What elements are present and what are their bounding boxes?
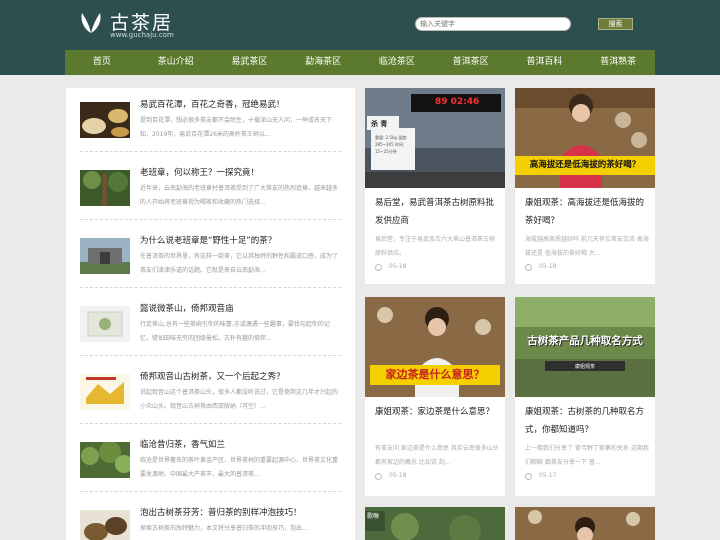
card-image[interactable]: 家边茶是什么意思？ xyxy=(365,297,505,397)
article-title[interactable]: 懿说微茶山，倚邦观音庙 xyxy=(140,302,340,314)
clock-icon xyxy=(375,264,382,271)
site-header: 古茶居 www.guchaju.com 搜索 xyxy=(0,0,720,50)
article-summary: 说起观音山这个普洱茶山头，很多人都没听说过，它是倚邦这几年才兴起的小众山头。观音… xyxy=(140,389,339,410)
article-card[interactable] xyxy=(515,507,655,540)
sign-label: 杀 青 xyxy=(371,120,388,128)
card-title[interactable]: 康姐观茶：古树茶的几种取名方式，你都知道吗？ xyxy=(525,403,649,439)
board-text: 重量: 2.5kg 温度: 285~305 时间: 15~25分钟 xyxy=(375,135,408,154)
article-title[interactable]: 老班章，何以称王？一探究竟！ xyxy=(140,166,340,178)
nav-item-tea-mountains[interactable]: 茶山介绍 xyxy=(139,50,213,75)
card-image[interactable]: 89 02:46 杀 青 重量: 2.5kg 温度: 285~305 时间: 1… xyxy=(365,88,505,188)
article-title[interactable]: 为什么说老班章是“野性十足”的茶？ xyxy=(140,234,340,246)
article-card[interactable]: 古树茶产品几种取名方式 康姐观茶 康姐观茶：古树茶的几种取名方式，你都知道吗？ … xyxy=(515,297,655,496)
nav-bar: 首页 茶山介绍 易武茶区 勐海茶区 临沧茶区 普洱茶区 普洱百科 普洱熟茶 xyxy=(65,50,655,75)
list-item[interactable]: 临沧昔归茶，香气如兰 临沧是世界著名的茶叶黄金产区、世界茶树的重要起源中心、世界… xyxy=(80,428,341,492)
tea-leaf-logo-icon[interactable] xyxy=(78,11,104,35)
search-button[interactable]: 搜索 xyxy=(598,18,633,30)
article-list: 易武百花潭，百花之奇香，冠绝易武！ 提到百花潭，想必很多茶友都不会陌生，十载深山… xyxy=(66,88,355,540)
article-title[interactable]: 泡出古树茶芬芳：普归茶的别样冲泡技巧！ xyxy=(140,506,340,518)
article-summary: 探索古树茶的独特魅力，本文将分享普归茶的冲泡技巧，泡出... xyxy=(140,525,308,532)
article-thumbnail[interactable] xyxy=(80,510,130,540)
logo-url: www.guchaju.com xyxy=(110,31,174,39)
article-thumbnail[interactable] xyxy=(80,374,130,410)
article-title[interactable]: 临沧昔归茶，香气如兰 xyxy=(140,438,340,450)
article-summary: 临沧是世界著名的茶叶黄金产区、世界茶树的重要起源中心、世界茶文化重要发源地、中国… xyxy=(140,457,339,478)
list-item[interactable]: 老班章，何以称王？一探究竟！ 近年来，云南勐海的老班章村普洱茶受到了广大茶友的热… xyxy=(80,156,341,220)
article-thumbnail[interactable] xyxy=(80,170,130,206)
article-card[interactable]: 家边茶是什么意思？ 康姐观茶：家边茶是什么意思？ 有茶友问 家边茶是什么意思 其… xyxy=(365,297,505,496)
card-image[interactable]: 歌喉 xyxy=(365,507,505,540)
list-item[interactable]: 懿说微茶山，倚邦观音庙 行走茶山,总有一些茶碗引你的味蕾,亦或偶遇一些趣事，要我… xyxy=(80,292,341,356)
counter-display: 89 02:46 xyxy=(435,97,480,107)
article-card[interactable]: 89 02:46 杀 青 重量: 2.5kg 温度: 285~305 时间: 1… xyxy=(365,88,505,284)
card-date: 05-18 xyxy=(389,263,407,270)
nav-item-puer-region[interactable]: 普洱茶区 xyxy=(434,50,508,75)
nav-item-ripe-puer[interactable]: 普洱熟茶 xyxy=(581,50,655,75)
card-date: 05-18 xyxy=(539,263,557,270)
list-item[interactable]: 为什么说老班章是“野性十足”的茶？ 在普洱茶的世界里，有这样一款茶，它以其独特的… xyxy=(80,224,341,288)
card-image[interactable]: 高海拔还是低海拔的茶好喝？ xyxy=(515,88,655,188)
card-summary: 有茶友问 家边茶是什么意思 其实云南很多山头 都有家边的概念 比如说 刮... xyxy=(375,445,499,466)
article-thumbnail[interactable] xyxy=(80,442,130,478)
list-item[interactable]: 泡出古树茶芬芳：普归茶的别样冲泡技巧！ 探索古树茶的独特魅力，本文将分享普归茶的… xyxy=(80,496,341,540)
article-card[interactable]: 高海拔还是低海拔的茶好喝？ 康姐观茶：高海拔还是低海拔的茶好喝？ 海拔越高茶质越… xyxy=(515,88,655,284)
card-title[interactable]: 易后堂，易武普洱茶古树原料批发供应商 xyxy=(375,194,499,230)
card-title[interactable]: 康姐观茶：高海拔还是低海拔的茶好喝？ xyxy=(525,194,649,230)
image-overlay-caption: 古树茶产品几种取名方式 xyxy=(527,335,643,347)
clock-icon xyxy=(525,264,532,271)
card-meta: 05-18 xyxy=(525,263,649,275)
article-summary: 近年来，云南勐海的老班章村普洱茶受到了广大茶友的热烈追捧，越来越多的人开始将老班… xyxy=(140,185,339,206)
article-thumbnail[interactable] xyxy=(80,306,130,342)
image-tag: 歌喉 xyxy=(367,513,380,520)
nav-item-menghai[interactable]: 勐海茶区 xyxy=(286,50,360,75)
article-thumbnail[interactable] xyxy=(80,238,130,274)
nav-item-yiwu[interactable]: 易武茶区 xyxy=(213,50,287,75)
card-meta: 05-18 xyxy=(375,263,499,275)
card-summary: 易后堂，专注于易武及古六大茶山普洱茶古树原料供应。 xyxy=(375,236,496,257)
main-nav: 首页 茶山介绍 易武茶区 勐海茶区 临沧茶区 普洱茶区 普洱百科 普洱熟茶 xyxy=(0,50,720,75)
image-tag: 康姐观茶 xyxy=(574,364,595,370)
clock-icon xyxy=(375,473,382,480)
card-summary: 海拔越高茶质越好吗 前几天有位茶友交流 高海拔还是 低海拔的茶好喝 大... xyxy=(525,236,649,257)
card-date: 05-18 xyxy=(389,472,407,479)
list-item[interactable]: 倚邦观音山古树茶，又一个后起之秀？ 说起观音山这个普洱茶山头，很多人都没听说过，… xyxy=(80,360,341,424)
article-summary: 在普洱茶的世界里，有这样一款茶，它以其独特的野性和霸道口感，成为了茶友们津津乐道… xyxy=(140,253,339,274)
card-date: 05-17 xyxy=(539,472,557,479)
nav-item-lincang[interactable]: 临沧茶区 xyxy=(360,50,434,75)
article-card[interactable]: 歌喉 xyxy=(365,507,505,540)
nav-item-puer-wiki[interactable]: 普洱百科 xyxy=(508,50,582,75)
article-thumbnail[interactable] xyxy=(80,102,130,138)
search-input[interactable] xyxy=(415,17,571,31)
card-image[interactable] xyxy=(515,507,655,540)
clock-icon xyxy=(525,473,532,480)
card-title[interactable]: 康姐观茶：家边茶是什么意思？ xyxy=(375,403,499,421)
card-meta: 05-17 xyxy=(525,472,649,484)
card-meta: 05-18 xyxy=(375,472,499,484)
nav-item-home[interactable]: 首页 xyxy=(65,50,139,75)
card-summary: 上一期我们分享了 背弓野丁家寨的关系 这期我们聊聊 跟茶友分享一下 普... xyxy=(525,445,649,466)
image-overlay-caption: 家边茶是什么意思？ xyxy=(370,365,500,385)
article-summary: 提到百花潭，想必很多茶友都不会陌生，十载深山无人问，一举成名天下知，2019年，… xyxy=(140,117,333,138)
article-summary: 行走茶山,总有一些茶碗引你的味蕾,亦或偶遇一些趣事，要我勾起你的记忆，譬如田味无… xyxy=(140,321,330,342)
list-item[interactable]: 易武百花潭，百花之奇香，冠绝易武！ 提到百花潭，想必很多茶友都不会陌生，十载深山… xyxy=(80,88,341,152)
image-overlay-caption: 高海拔还是低海拔的茶好喝？ xyxy=(515,156,655,175)
article-title[interactable]: 倚邦观音山古树茶，又一个后起之秀？ xyxy=(140,370,340,382)
card-image[interactable]: 古树茶产品几种取名方式 康姐观茶 xyxy=(515,297,655,397)
article-title[interactable]: 易武百花潭，百花之奇香，冠绝易武！ xyxy=(140,98,340,110)
